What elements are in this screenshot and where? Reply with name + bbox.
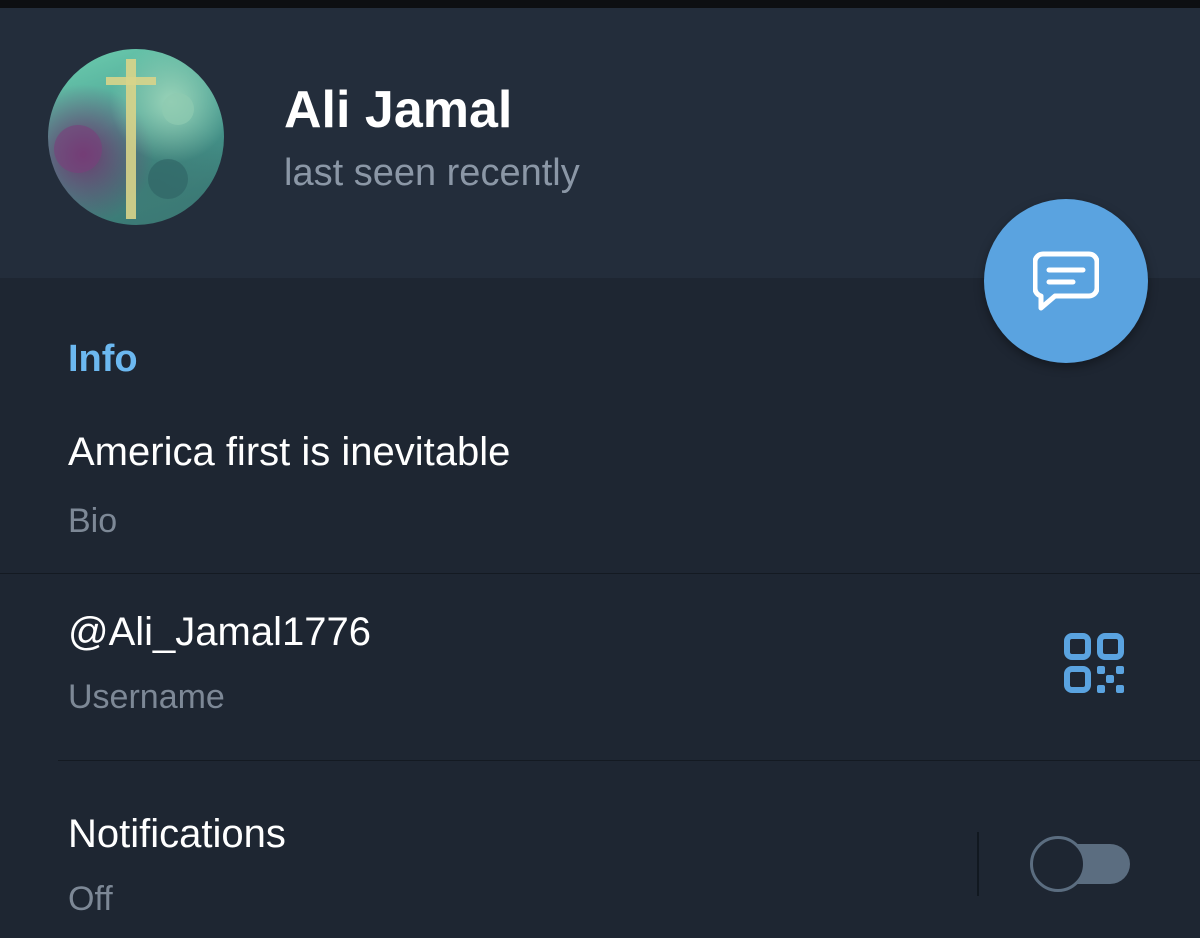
bio-value: America first is inevitable bbox=[68, 430, 511, 474]
avatar-image bbox=[54, 59, 194, 219]
qr-code-icon[interactable] bbox=[1064, 633, 1124, 693]
profile-name: Ali Jamal bbox=[284, 81, 513, 139]
avatar[interactable] bbox=[48, 49, 224, 225]
toggle-knob bbox=[1030, 836, 1086, 892]
notifications-title: Notifications bbox=[68, 812, 286, 856]
bio-label: Bio bbox=[68, 502, 118, 540]
notifications-toggle[interactable] bbox=[1030, 836, 1130, 892]
vertical-separator bbox=[977, 832, 979, 896]
notifications-value: Off bbox=[68, 880, 113, 918]
info-section-title: Info bbox=[68, 338, 138, 380]
divider bbox=[58, 760, 1200, 761]
last-seen-status: last seen recently bbox=[284, 152, 580, 194]
username-label: Username bbox=[68, 678, 225, 716]
send-message-button[interactable] bbox=[984, 199, 1148, 363]
message-icon bbox=[1033, 251, 1099, 311]
status-bar-strip bbox=[0, 0, 1200, 8]
username-value: @Ali_Jamal1776 bbox=[68, 610, 371, 654]
divider bbox=[0, 573, 1200, 574]
